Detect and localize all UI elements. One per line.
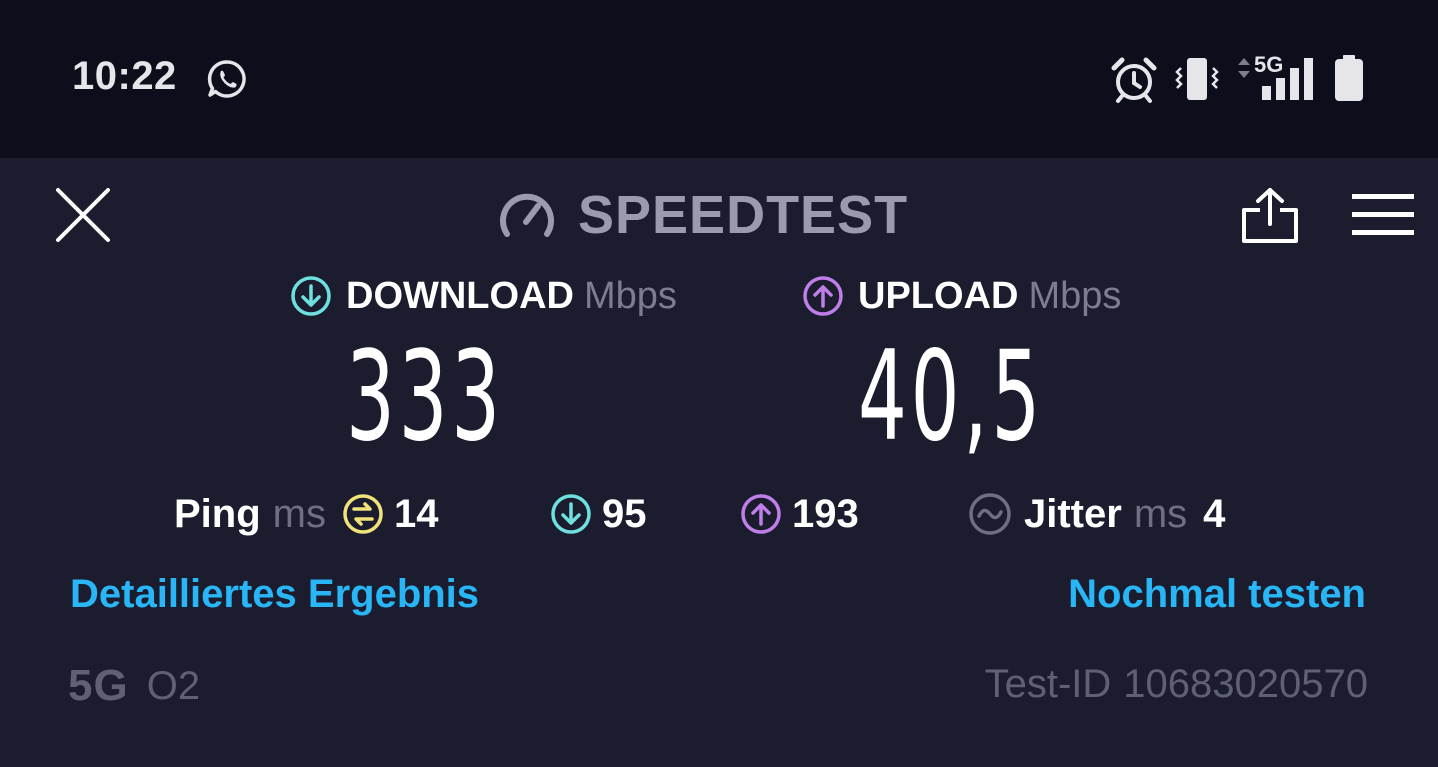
close-icon [56,188,110,242]
upload-arrow-icon [803,276,843,316]
data-arrows-icon [1236,56,1252,80]
test-id: Test-ID 10683020570 [985,662,1368,707]
logo-text: SPEEDTEST [578,185,909,245]
share-button[interactable] [1240,186,1300,244]
ping-download-value: 95 [602,491,647,536]
detailed-result-link[interactable]: Detailliertes Ergebnis [70,572,479,617]
ping-unit: ms [272,491,326,536]
alarm-icon [1110,56,1158,104]
download-header: DOWNLOAD Mbps [290,274,677,318]
speedometer-icon [500,193,554,237]
ping-idle-value: 14 [394,491,439,536]
close-button[interactable] [54,186,112,244]
download-arrow-icon [291,276,331,316]
ping-download-icon [551,494,591,534]
menu-icon [1352,194,1414,235]
jitter-unit: ms [1133,491,1188,536]
jitter-icon [969,493,1011,535]
ping-label: Ping [174,491,261,536]
upload-label: UPLOAD [858,274,1019,317]
whatsapp-icon [206,58,248,100]
jitter: Jitter ms 4 [968,490,1225,538]
ping-upload-icon [741,494,781,534]
upload-speed-value: 40,5 [858,325,1045,469]
download-label: DOWNLOAD [346,274,574,317]
signal-icon [1260,56,1318,102]
ping-idle-icon [343,494,383,534]
share-icon [1242,188,1298,243]
connection-info: 5G O2 [68,660,200,712]
ping-upload-value: 193 [792,491,859,536]
ping-download: 95 [550,490,647,538]
jitter-label: Jitter [1024,491,1122,536]
test-id-label: Test-ID [984,662,1112,706]
connection-type: 5G [68,661,129,710]
ping-upload: 193 [740,490,859,538]
carrier-name: O2 [146,663,201,708]
status-time: 10:22 [72,54,177,98]
ping-idle: Ping ms 14 [174,490,439,538]
upload-header: UPLOAD Mbps [802,274,1121,318]
menu-button[interactable] [1350,192,1416,238]
vibrate-icon [1172,56,1222,102]
jitter-value: 4 [1203,491,1226,536]
speedtest-logo: SPEEDTEST [498,185,909,245]
download-unit: Mbps [583,274,677,317]
test-id-value: 10683020570 [1123,662,1368,706]
download-speed-value: 333 [346,325,504,469]
battery-icon [1332,54,1366,102]
status-bar: 10:22 5G [0,0,1438,158]
test-again-link[interactable]: Nochmal testen [1068,572,1366,617]
upload-unit: Mbps [1028,274,1122,317]
